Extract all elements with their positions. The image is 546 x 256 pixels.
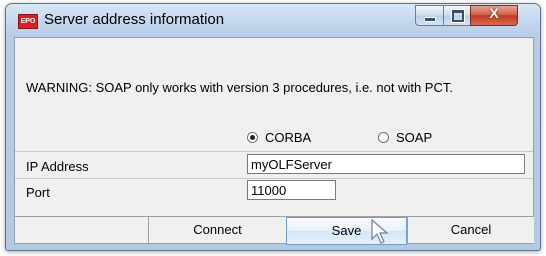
warning-text: WARNING: SOAP only works with version 3 … — [26, 80, 453, 95]
ip-address-input[interactable] — [247, 154, 525, 174]
radio-corba[interactable]: CORBA — [247, 130, 311, 145]
ip-address-label: IP Address — [26, 159, 89, 174]
radio-selected-icon — [247, 132, 258, 143]
mouse-pointer-icon — [371, 219, 389, 244]
port-input[interactable] — [247, 180, 336, 200]
empty-cell — [15, 217, 148, 243]
minimize-button[interactable] — [415, 5, 444, 26]
radio-unselected-icon — [378, 132, 389, 143]
button-bar: Connect Save Cancel — [15, 216, 534, 245]
minimize-icon — [424, 17, 436, 22]
row-divider — [15, 178, 533, 179]
close-button[interactable]: X — [470, 5, 518, 26]
port-label: Port — [26, 185, 50, 200]
radio-soap-label: SOAP — [396, 130, 433, 145]
maximize-button[interactable] — [443, 5, 471, 26]
dialog-content: WARNING: SOAP only works with version 3 … — [14, 37, 534, 245]
maximize-icon — [452, 10, 464, 22]
dialog-window: EPO Server address information X WARNING… — [5, 3, 541, 251]
title-bar[interactable]: EPO Server address information X — [6, 4, 540, 37]
radio-corba-label: CORBA — [265, 130, 312, 145]
radio-soap[interactable]: SOAP — [378, 130, 432, 145]
cancel-button[interactable]: Cancel — [407, 217, 534, 243]
connect-button[interactable]: Connect — [148, 217, 286, 243]
app-icon: EPO — [18, 14, 38, 29]
close-icon: X — [489, 5, 499, 21]
window-title: Server address information — [44, 11, 225, 28]
row-divider — [15, 151, 533, 152]
